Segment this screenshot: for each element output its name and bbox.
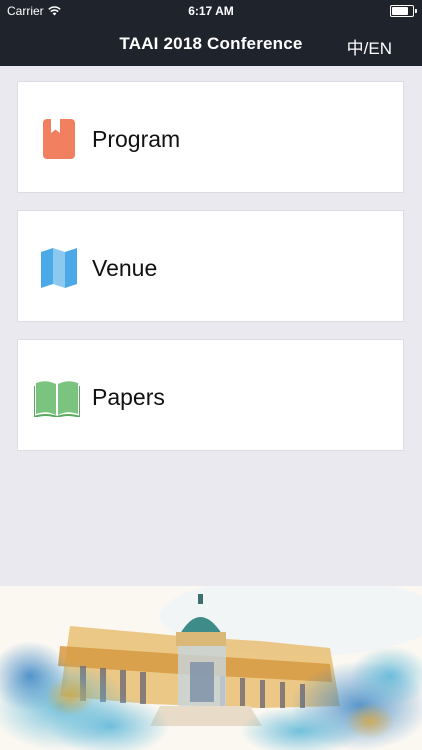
menu-item-label: Venue xyxy=(92,255,158,281)
navigation-bar: TAAI 2018 Conference 中/EN xyxy=(0,22,422,66)
battery-level xyxy=(392,7,408,15)
menu-item-label: Papers xyxy=(92,384,165,410)
venue-illustration xyxy=(0,586,422,750)
bookmark-icon xyxy=(43,119,75,159)
battery-icon xyxy=(390,5,417,17)
building-watercolor-image xyxy=(0,586,422,750)
status-time: 6:17 AM xyxy=(188,4,234,18)
menu-item-papers[interactable]: Papers xyxy=(17,339,404,451)
open-book-icon xyxy=(34,381,80,417)
map-icon xyxy=(41,248,77,288)
status-bar: Carrier 6:17 AM xyxy=(0,0,422,22)
menu-item-label: Program xyxy=(92,126,181,152)
menu-item-program[interactable]: Program xyxy=(17,81,404,193)
language-toggle-button[interactable]: 中/EN xyxy=(347,34,392,59)
menu-item-venue[interactable]: Venue xyxy=(17,210,404,322)
